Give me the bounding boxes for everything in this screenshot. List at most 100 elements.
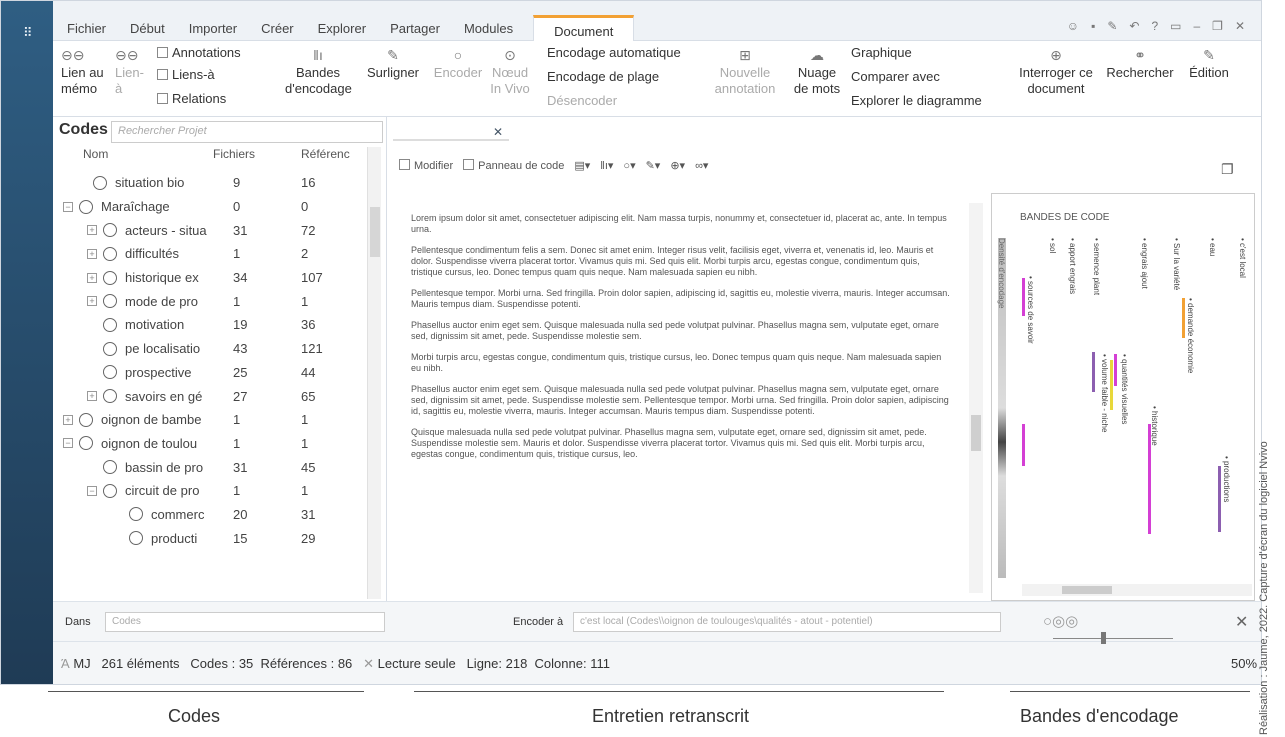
expand-icon[interactable]: + bbox=[87, 296, 97, 307]
stripe-label[interactable]: • eau bbox=[1208, 238, 1217, 256]
stripe-label[interactable]: • apport engrais bbox=[1068, 238, 1077, 294]
interroger-button[interactable]: ⊕ Interroger ce document bbox=[1011, 47, 1101, 97]
link-icon[interactable]: ∞▾ bbox=[695, 159, 708, 172]
liens-a-toggle[interactable]: Liens-à bbox=[157, 67, 215, 83]
account-icon[interactable]: ☺ bbox=[1067, 19, 1079, 33]
encodage-plage-button[interactable]: Encodage de plage bbox=[547, 69, 659, 85]
relations-toggle[interactable]: Relations bbox=[157, 91, 226, 107]
coding-stripe[interactable] bbox=[1022, 424, 1025, 466]
explorer-diagramme-button[interactable]: Explorer le diagramme bbox=[851, 93, 982, 109]
scroll-thumb[interactable] bbox=[370, 207, 380, 257]
modifier-toggle[interactable]: Modifier bbox=[399, 159, 453, 172]
bandes-codage-button[interactable]: ‖ı Bandes d'encodage bbox=[285, 47, 352, 97]
graphique-button[interactable]: Graphique bbox=[851, 45, 912, 61]
lien-memo-button[interactable]: ⊖⊖ Lien au mémo bbox=[61, 47, 105, 97]
panneau-checkbox[interactable] bbox=[463, 159, 475, 170]
stripes-toggle-icon[interactable]: ‖ı▾ bbox=[600, 159, 613, 172]
encodage-auto-button[interactable]: Encodage automatique bbox=[547, 45, 681, 61]
expand-icon[interactable]: + bbox=[63, 414, 73, 425]
code-row[interactable]: + acteurs - situa 31 72 bbox=[53, 218, 373, 242]
expand-icon[interactable]: + bbox=[87, 248, 97, 259]
code-row[interactable]: + mode de pro 1 1 bbox=[53, 289, 373, 313]
expand-icon[interactable]: + bbox=[87, 272, 97, 283]
coding-stripe[interactable] bbox=[1110, 360, 1113, 410]
scroll-thumb[interactable] bbox=[1062, 586, 1112, 594]
col-fichiers[interactable]: Fichiers bbox=[213, 147, 255, 161]
code-row[interactable]: commerc 20 31 bbox=[53, 503, 373, 527]
code-row[interactable]: prospective 25 44 bbox=[53, 361, 373, 385]
rechercher-button[interactable]: ⚭ Rechercher bbox=[1105, 47, 1175, 81]
modifier-checkbox[interactable] bbox=[399, 159, 410, 170]
document-tab[interactable]: ✕ bbox=[393, 123, 509, 141]
coding-stripe[interactable] bbox=[1022, 278, 1025, 316]
annotations-toggle[interactable]: Annotations bbox=[157, 45, 241, 61]
popout-icon[interactable]: ❐ bbox=[1221, 161, 1234, 178]
scroll-thumb[interactable] bbox=[971, 415, 981, 451]
liens-a-checkbox[interactable] bbox=[157, 69, 168, 80]
encoder-a-input[interactable]: c'est local (Codes\\oignon de toulouges\… bbox=[573, 612, 1001, 632]
stripe-label[interactable]: • c'est local bbox=[1238, 238, 1247, 278]
noeud-vivo-button[interactable]: ⊙ Nœud In Vivo bbox=[489, 47, 531, 97]
tab-close-icon[interactable]: ✕ bbox=[493, 125, 503, 139]
stripe-label[interactable]: • sol bbox=[1048, 238, 1057, 253]
stripe-label[interactable]: • semence plant bbox=[1092, 238, 1101, 295]
stripe-label[interactable]: • Sur la variété bbox=[1172, 238, 1181, 290]
coding-stripe[interactable] bbox=[1182, 298, 1185, 338]
expand-icon[interactable]: + bbox=[87, 391, 97, 402]
coding-stripe[interactable] bbox=[1092, 352, 1095, 392]
stripe-label[interactable]: • historique bbox=[1150, 406, 1159, 446]
expand-icon[interactable]: − bbox=[87, 485, 97, 496]
nuage-mots-button[interactable]: ☁ Nuage de mots bbox=[793, 47, 841, 97]
code-row[interactable]: situation bio 9 16 bbox=[53, 171, 373, 195]
code-row[interactable]: + savoirs en gé 27 65 bbox=[53, 384, 373, 408]
dans-input[interactable]: Codes bbox=[105, 612, 385, 632]
edit-icon[interactable]: ✎ bbox=[1107, 19, 1117, 33]
comparer-button[interactable]: Comparer avec bbox=[851, 69, 940, 85]
surligner-button[interactable]: ✎ Surligner bbox=[365, 47, 421, 81]
minimize-icon[interactable]: – bbox=[1193, 19, 1200, 33]
code-actions-icon[interactable]: ○◎◎ bbox=[1043, 612, 1078, 630]
coding-stripe[interactable] bbox=[1218, 466, 1221, 532]
save-icon[interactable]: ▪ bbox=[1091, 19, 1095, 33]
code-row[interactable]: bassin de pro 31 45 bbox=[53, 455, 373, 479]
document-scrollbar[interactable] bbox=[969, 203, 983, 593]
undo-icon[interactable]: ↶ bbox=[1129, 19, 1139, 33]
format-icon[interactable]: ▤▾ bbox=[574, 159, 590, 172]
coding-stripe[interactable] bbox=[1114, 354, 1117, 386]
edition-button[interactable]: ✎ Édition bbox=[1185, 47, 1233, 81]
code-row[interactable]: − oignon de toulou 1 1 bbox=[53, 432, 373, 456]
code-row[interactable]: + difficultés 1 2 bbox=[53, 242, 373, 266]
lien-a-button[interactable]: ⊖⊖ Lien-à bbox=[115, 47, 149, 97]
close-bar-icon[interactable]: ✕ bbox=[1235, 612, 1248, 632]
stripe-label[interactable]: • quantités visuelles bbox=[1120, 354, 1129, 424]
code-row[interactable]: pe localisatio 43 121 bbox=[53, 337, 373, 361]
apps-grid-icon[interactable]: ⠿ bbox=[23, 25, 33, 41]
stripe-label[interactable]: • demande économie bbox=[1186, 298, 1195, 373]
code-row[interactable]: − Maraîchage 0 0 bbox=[53, 195, 373, 219]
stripe-label[interactable]: • volume faible - niche bbox=[1100, 354, 1109, 432]
relations-checkbox[interactable] bbox=[157, 93, 168, 104]
highlight-icon[interactable]: ✎▾ bbox=[646, 159, 661, 172]
stripe-label[interactable]: • productions bbox=[1222, 456, 1231, 502]
encoder-button[interactable]: ○ Encoder bbox=[433, 47, 483, 81]
stripe-label[interactable]: • engrais ajout bbox=[1140, 238, 1149, 289]
annotations-checkbox[interactable] bbox=[157, 47, 168, 58]
code-row[interactable]: producti 15 29 bbox=[53, 526, 373, 550]
code-row[interactable]: − circuit de pro 1 1 bbox=[53, 479, 373, 503]
coding-stripe[interactable] bbox=[1148, 424, 1151, 534]
restore-icon[interactable]: ❐ bbox=[1212, 19, 1223, 33]
col-references[interactable]: Référenc bbox=[301, 147, 350, 161]
codes-scrollbar[interactable] bbox=[367, 147, 381, 599]
nouvelle-annotation-button[interactable]: ⊞ Nouvelle annotation bbox=[713, 47, 777, 97]
code-icon[interactable]: ○▾ bbox=[623, 159, 635, 172]
code-row[interactable]: + historique ex 34 107 bbox=[53, 266, 373, 290]
stripe-label[interactable]: • sources de savoir bbox=[1026, 276, 1035, 344]
zoom-slider-thumb[interactable] bbox=[1101, 632, 1106, 644]
codes-search-input[interactable]: Rechercher Projet bbox=[111, 121, 383, 143]
zoom-slider[interactable] bbox=[1053, 632, 1173, 644]
code-row[interactable]: + oignon de bambe 1 1 bbox=[53, 408, 373, 432]
desencoder-button[interactable]: Désencoder bbox=[547, 93, 617, 109]
help-icon[interactable]: ? bbox=[1151, 19, 1158, 33]
stripes-hscrollbar[interactable] bbox=[1022, 584, 1252, 596]
expand-icon[interactable]: − bbox=[63, 201, 73, 212]
